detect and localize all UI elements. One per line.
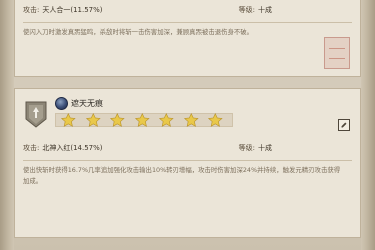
stat-label: 攻击: [23, 6, 40, 14]
stat-row: 攻击: 天人合一(11.57%) 等级: 十成 [23, 5, 352, 15]
star-icon [183, 113, 199, 127]
skill-name: 遮天无痕 [71, 99, 103, 108]
star-rating [55, 113, 233, 127]
stat-value: 北神入红(14.57%) [42, 144, 103, 152]
stat-label: 攻击: [23, 144, 40, 152]
level-value: 十成 [258, 6, 272, 14]
left-frame [0, 0, 14, 250]
level-label: 等级: [238, 6, 255, 14]
star-icon [85, 113, 101, 127]
skill-card-1[interactable]: 攻击: 天人合一(11.57%) 等级: 十成 使闪入刀时激发真炁猛鸣，杀敌时将… [14, 0, 361, 77]
right-frame [361, 0, 375, 250]
star-icon [208, 113, 224, 127]
edit-icon[interactable] [338, 119, 350, 131]
page: 攻击: 天人合一(11.57%) 等级: 十成 使闪入刀时激发真炁猛鸣，杀敌时将… [0, 0, 375, 250]
stat-value: 天人合一(11.57%) [42, 6, 103, 14]
shield-badge-icon [25, 101, 47, 128]
level-value: 十成 [258, 144, 272, 152]
skill-title: 遮天无痕 [55, 97, 103, 110]
star-icon [134, 113, 150, 127]
star-icon [110, 113, 125, 127]
star-icon [159, 113, 174, 127]
skill-description: 使闪入刀时激发真炁猛鸣，杀敌时将斩一击伤害加深，兼顾真炁被击退伤身不破。 [23, 28, 254, 36]
skill-description: 使出快斩时获得16.7%几率追加强化攻击输出10%转刃增幅，攻击时伤害加深24%… [23, 166, 341, 185]
gem-icon [55, 97, 68, 110]
star-icon [60, 113, 76, 127]
divider [23, 160, 352, 161]
level-label: 等级: [238, 144, 255, 152]
stat-row: 攻击: 北神入红(14.57%) 等级: 十成 [23, 143, 352, 153]
divider [23, 22, 352, 23]
skill-card-2[interactable]: 遮天无痕 攻击: 北神入红(14.57%) 等级: 十成 使出快斩时获得16.7… [14, 88, 361, 238]
seal-icon [324, 37, 350, 69]
